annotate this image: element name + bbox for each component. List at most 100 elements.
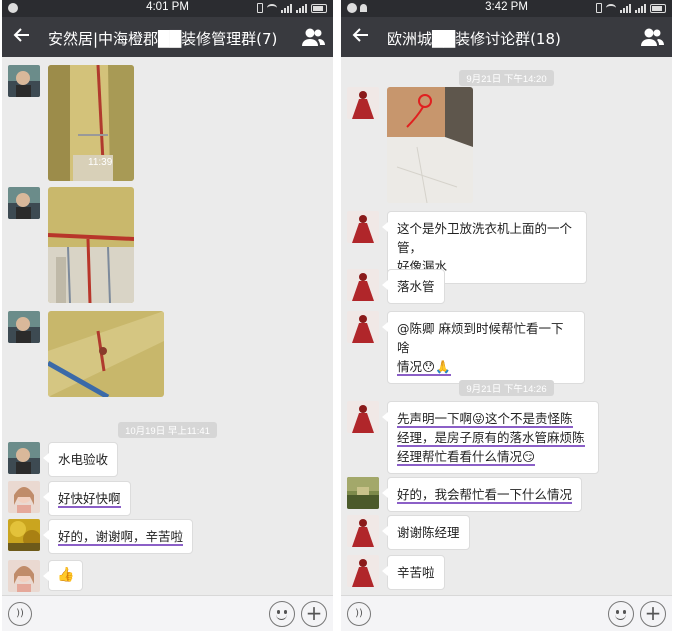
screenshot-page: 4:01 PM 安然居|中海橙郡██装修管理群(7) 11:39 10月19日 … — [0, 0, 674, 631]
avatar — [347, 211, 379, 243]
message-text-line: 经理，是房子原有的落水管麻烦陈 — [397, 430, 585, 447]
left-phone-screen: 4:01 PM 安然居|中海橙郡██装修管理群(7) 11:39 10月19日 … — [2, 0, 333, 631]
message-text-line: 经理帮忙看看什么情况😏 — [397, 449, 536, 466]
message-text: 好的，谢谢啊，辛苦啦 — [58, 529, 184, 546]
chat-area: 11:39 10月19日 早上11:41 水电验收 好快好快啊 好的，谢谢啊，辛… — [2, 57, 333, 595]
message-bubble[interactable]: 好快好快啊 — [43, 481, 131, 516]
signal-icon — [635, 3, 646, 13]
message-bubble[interactable]: 辛苦啦 — [382, 555, 445, 590]
thumbs-up-emoji: 👍 — [57, 567, 75, 583]
text-message: 谢谢陈经理 — [347, 515, 666, 550]
text-message: 好的，谢谢啊，辛苦啦 — [8, 519, 327, 554]
avatar — [8, 442, 40, 474]
photo-thumbnail[interactable] — [48, 187, 134, 303]
group-members-icon[interactable] — [301, 26, 325, 48]
avatar — [347, 87, 379, 119]
timestamp-divider: 10月19日 早上11:41 — [2, 419, 333, 438]
battery-icon — [650, 3, 666, 13]
text-message: 先声明一下啊😜这个不是责怪陈 经理，是房子原有的落水管麻烦陈 经理帮忙看看什么情… — [347, 401, 666, 474]
message-text: 落水管 — [397, 279, 435, 294]
message-bubble[interactable]: 落水管 — [382, 269, 445, 304]
message-bubble[interactable]: 谢谢陈经理 — [382, 515, 470, 550]
image-message[interactable] — [8, 187, 327, 303]
wifi-icon — [606, 4, 616, 12]
voice-input-icon[interactable]: )) — [8, 602, 32, 626]
message-text: 辛苦啦 — [397, 565, 435, 580]
chat-input-bar: )) + — [2, 595, 333, 631]
photo-thumbnail[interactable] — [387, 87, 473, 203]
chat-input-bar: )) + — [341, 595, 672, 631]
plus-icon[interactable]: + — [640, 601, 666, 627]
image-message[interactable]: 11:39 — [8, 65, 327, 181]
avatar — [347, 401, 379, 433]
avatar — [347, 555, 379, 587]
message-text: 水电验收 — [58, 452, 109, 467]
back-arrow-icon[interactable] — [10, 25, 34, 49]
avatar — [8, 519, 40, 551]
avatar — [8, 311, 40, 343]
vibrate-icon — [257, 3, 263, 13]
voice-input-icon[interactable]: )) — [347, 602, 371, 626]
avatar — [347, 515, 379, 547]
wifi-icon — [267, 4, 277, 12]
avatar — [347, 269, 379, 301]
message-text-line: 这个是外卫放洗衣机上面的一个管， — [397, 221, 573, 255]
timestamp-label: 9月21日 下午14:20 — [459, 70, 554, 86]
chat-area: 9月21日 下午14:20 这个是外卫放洗衣机上面的一个管， 好像漏水 落水管 … — [341, 57, 672, 595]
message-bubble[interactable]: 👍 — [42, 560, 84, 591]
photo-timestamp: 11:39 — [88, 157, 113, 168]
chat-header: 安然居|中海橙郡██装修管理群(7) — [2, 17, 333, 57]
message-bubble[interactable]: 好的，谢谢啊，辛苦啦 — [42, 519, 194, 554]
timestamp-label: 9月21日 下午14:26 — [459, 380, 554, 396]
timestamp-divider: 9月21日 下午14:26 — [341, 377, 672, 396]
message-bubble[interactable]: @陈卿 麻烦到时候帮忙看一下啥 情况😯🙏 — [382, 311, 585, 384]
status-bar: 3:42 PM — [341, 0, 672, 17]
emoji-icon[interactable] — [608, 601, 634, 627]
vibrate-icon — [596, 3, 602, 13]
status-bar: 4:01 PM — [2, 0, 333, 17]
avatar — [8, 481, 40, 513]
text-message: 水电验收 — [8, 442, 327, 477]
battery-icon — [311, 3, 327, 13]
chat-title: 欧洲城██装修讨论群(18) — [387, 30, 561, 48]
chat-title: 安然居|中海橙郡██装修管理群(7) — [48, 30, 278, 48]
message-text: 好快好快啊 — [58, 491, 121, 508]
right-phone-screen: 3:42 PM 欧洲城██装修讨论群(18) 9月21日 下午14:20 这个是… — [341, 0, 672, 631]
message-text: 谢谢陈经理 — [397, 525, 460, 540]
avatar — [347, 311, 379, 343]
timestamp-label: 10月19日 早上11:41 — [118, 422, 217, 438]
photo-thumbnail[interactable] — [48, 311, 164, 397]
text-message: @陈卿 麻烦到时候帮忙看一下啥 情况😯🙏 — [347, 311, 666, 384]
message-text-line: @陈卿 麻烦到时候帮忙看一下啥 — [397, 321, 564, 355]
group-members-icon[interactable] — [640, 26, 664, 48]
message-text-line: 先声明一下啊😜这个不是责怪陈 — [397, 411, 573, 428]
emoji-icon[interactable] — [269, 601, 295, 627]
text-message: 👍 — [8, 560, 327, 594]
avatar — [347, 477, 379, 509]
back-arrow-icon[interactable] — [349, 25, 373, 49]
signal-icon — [296, 3, 307, 13]
message-text: 好的，我会帮忙看一下什么情况 — [397, 487, 573, 504]
avatar — [8, 560, 40, 592]
chat-header: 欧洲城██装修讨论群(18) — [341, 17, 672, 57]
text-message: 好快好快啊 — [8, 481, 327, 516]
message-bubble[interactable]: 好的，我会帮忙看一下什么情况 — [381, 477, 583, 512]
timestamp-divider: 9月21日 下午14:20 — [341, 67, 672, 86]
message-text-line: 情况😯🙏 — [397, 359, 451, 376]
message-bubble[interactable]: 先声明一下啊😜这个不是责怪陈 经理，是房子原有的落水管麻烦陈 经理帮忙看看什么情… — [382, 401, 599, 474]
signal-icon — [281, 3, 292, 13]
message-bubble[interactable]: 水电验收 — [42, 442, 119, 477]
text-message: 辛苦啦 — [347, 555, 666, 590]
text-message: 落水管 — [347, 269, 666, 304]
text-message: 好的，我会帮忙看一下什么情况 — [347, 477, 666, 512]
signal-icon — [620, 3, 631, 13]
avatar — [8, 187, 40, 219]
status-icons — [257, 3, 327, 13]
plus-icon[interactable]: + — [301, 601, 327, 627]
image-message[interactable] — [347, 87, 666, 205]
image-message[interactable] — [8, 311, 327, 397]
avatar — [8, 65, 40, 97]
photo-thumbnail[interactable]: 11:39 — [48, 65, 134, 181]
status-icons — [596, 3, 666, 13]
text-message: 这个是外卫放洗衣机上面的一个管， 好像漏水 — [347, 211, 666, 284]
